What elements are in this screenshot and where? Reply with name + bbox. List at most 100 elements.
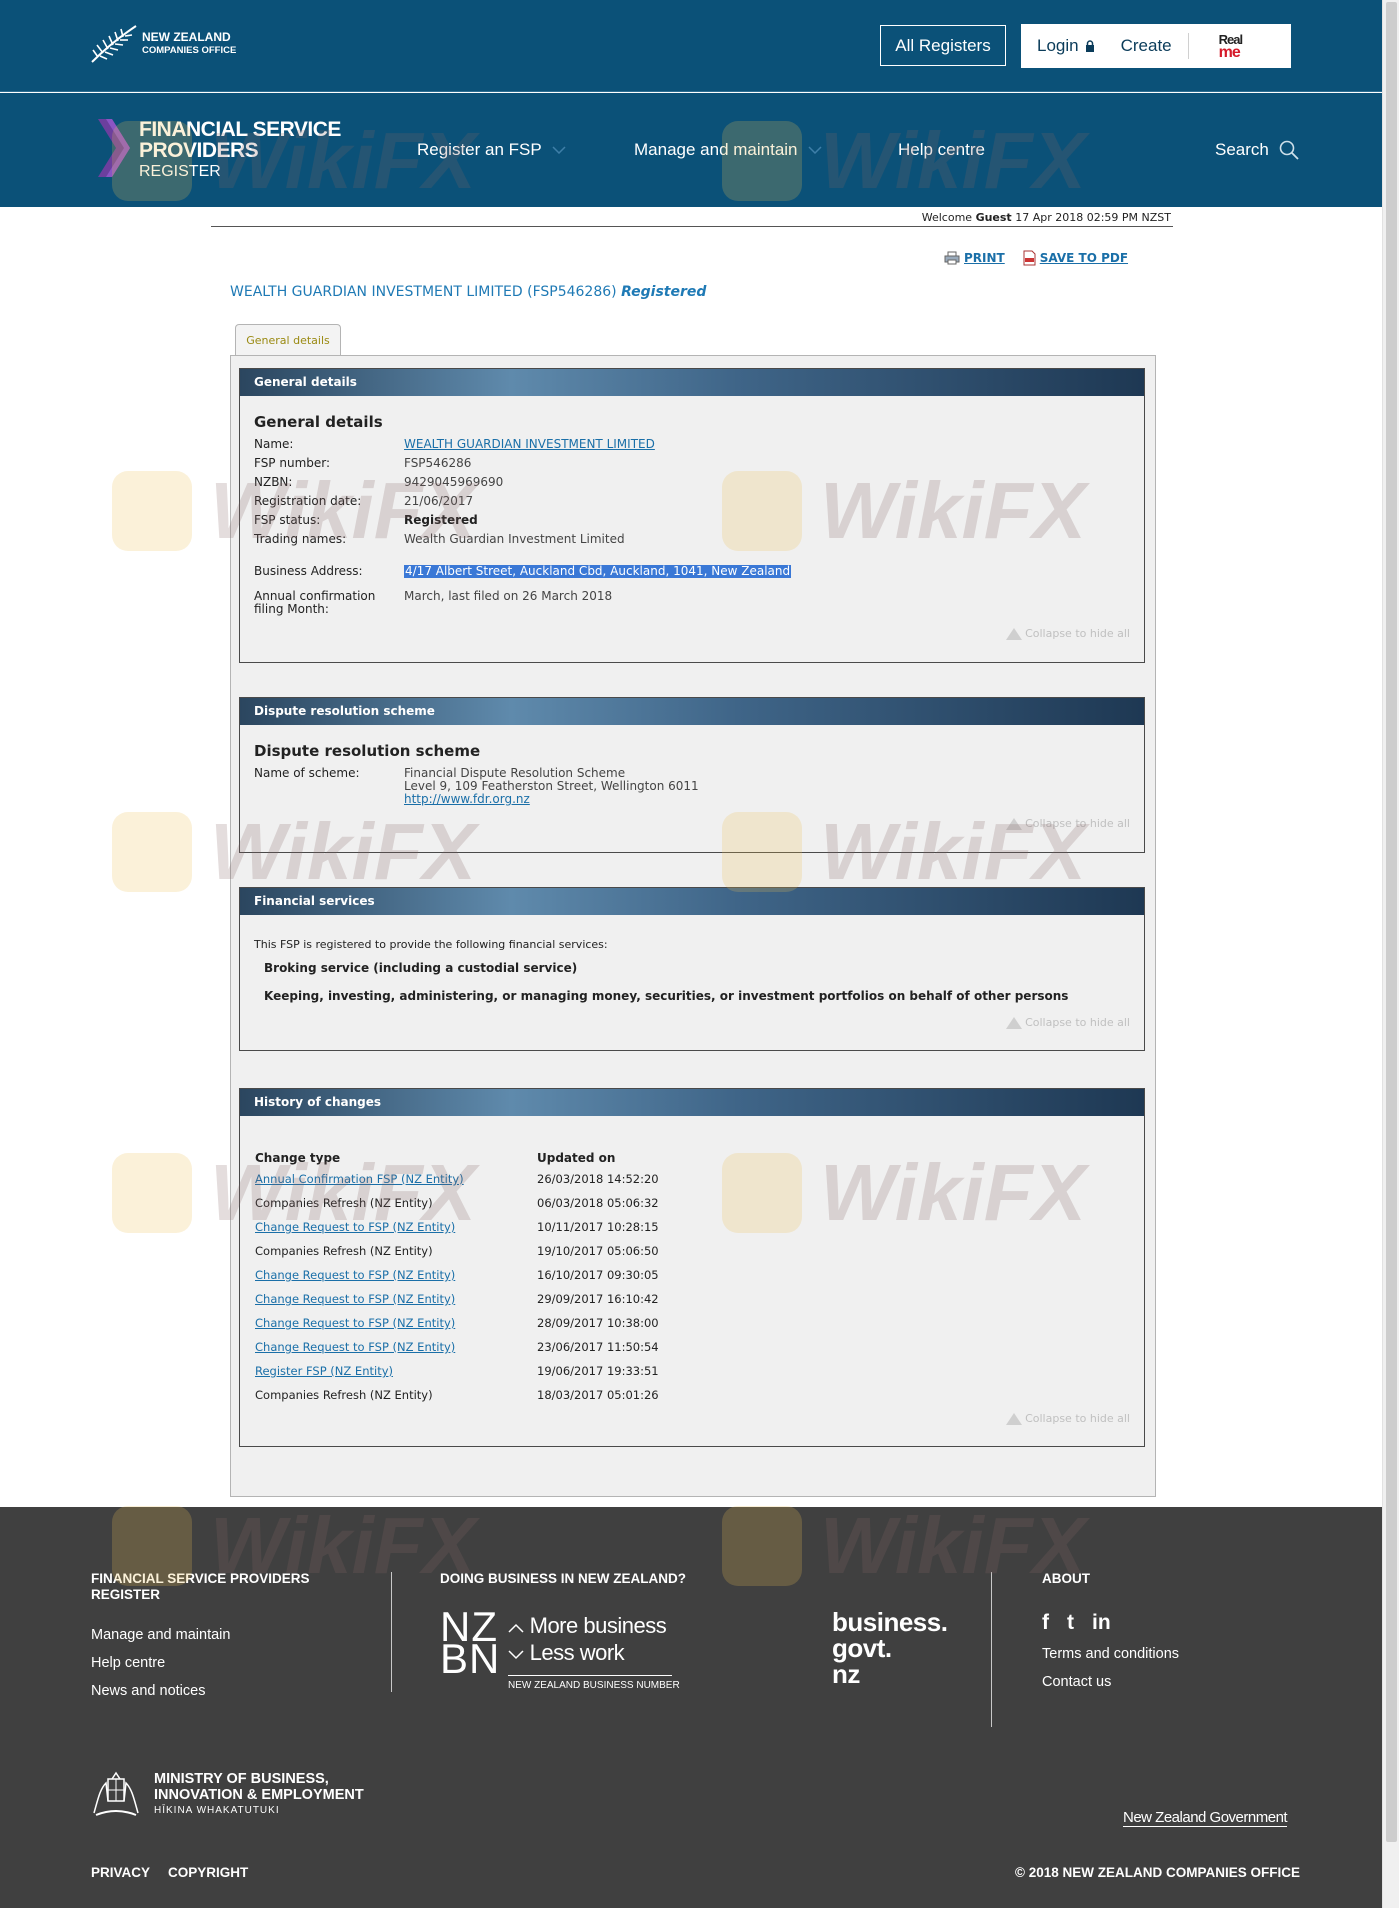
change-date: 19/10/2017 05:06:50 bbox=[537, 1244, 659, 1258]
nav-manage-and-maintain[interactable]: Manage and maintain bbox=[634, 140, 822, 160]
triangle-up-icon bbox=[1006, 817, 1023, 830]
business-address-value[interactable]: 4/17 Albert Street, Auckland Cbd, Auckla… bbox=[404, 565, 792, 578]
account-divider bbox=[1187, 33, 1189, 59]
section-header[interactable]: General details bbox=[240, 369, 1144, 396]
section-heading: Dispute resolution scheme bbox=[254, 742, 481, 760]
mbie-line-1: MINISTRY OF BUSINESS, bbox=[154, 1771, 329, 1787]
all-registers-button[interactable]: All Registers bbox=[880, 25, 1006, 66]
detail-key-line-1: Annual confirmation bbox=[254, 589, 376, 603]
detail-row-registration-date: Registration date: 21/06/2017 bbox=[254, 495, 473, 508]
detail-row-scheme: Name of scheme: Financial Dispute Resolu… bbox=[254, 767, 699, 806]
collapse-link[interactable]: Collapse to hide all bbox=[1006, 627, 1130, 640]
nav-search[interactable]: Search bbox=[1215, 140, 1299, 160]
footer-divider bbox=[391, 1572, 392, 1692]
nz-government-logo[interactable]: New Zealand Government bbox=[1123, 1809, 1288, 1827]
save-to-pdf-link[interactable]: SAVE TO PDF bbox=[1023, 250, 1128, 266]
change-type-link[interactable]: Change Request to FSP (NZ Entity) bbox=[255, 1220, 537, 1234]
bgn-line-3: nz bbox=[832, 1659, 860, 1689]
change-type-link[interactable]: Annual Confirmation FSP (NZ Entity) bbox=[255, 1172, 537, 1186]
login-button[interactable]: Login bbox=[1037, 36, 1095, 56]
entity-name: WEALTH GUARDIAN INVESTMENT LIMITED (FSP5… bbox=[230, 284, 617, 300]
tab-general-details[interactable]: General details bbox=[235, 324, 341, 356]
change-type-link[interactable]: Change Request to FSP (NZ Entity) bbox=[255, 1268, 537, 1282]
logo-line-1: NEW ZEALAND bbox=[142, 30, 231, 44]
page-tools: PRINT SAVE TO PDF bbox=[944, 250, 1146, 266]
financial-services-section: Financial services This FSP is registere… bbox=[239, 887, 1145, 1051]
mbie-logo[interactable]: MINISTRY OF BUSINESS, INNOVATION & EMPLO… bbox=[90, 1771, 364, 1819]
nzbn-tagline-2-text: Less work bbox=[529, 1640, 625, 1665]
nav-label: Register an FSP bbox=[417, 140, 542, 159]
pdf-icon bbox=[1023, 250, 1036, 266]
change-type-link[interactable]: Change Request to FSP (NZ Entity) bbox=[255, 1340, 537, 1354]
detail-row-annual-confirmation: Annual confirmation filing Month: March,… bbox=[254, 590, 612, 616]
facebook-icon[interactable]: f bbox=[1042, 1611, 1049, 1635]
realme-logo[interactable]: Real me bbox=[1219, 33, 1243, 61]
page-scrollbar[interactable] bbox=[1382, 0, 1399, 1908]
footer-link-manage[interactable]: Manage and maintain bbox=[91, 1627, 230, 1643]
detail-row-fsp-number: FSP number: FSP546286 bbox=[254, 457, 471, 470]
footer-link-contact[interactable]: Contact us bbox=[1042, 1674, 1111, 1690]
table-row: Change Request to FSP (NZ Entity) 10/11/2… bbox=[255, 1220, 659, 1234]
triangle-up-icon bbox=[1006, 1016, 1023, 1029]
table-row: Change Request to FSP (NZ Entity) 16/10/2… bbox=[255, 1268, 659, 1282]
detail-row-nzbn: NZBN: 9429045969690 bbox=[254, 476, 503, 489]
scrollbar-thumb[interactable] bbox=[1386, 2, 1397, 1842]
change-type-link[interactable]: Change Request to FSP (NZ Entity) bbox=[255, 1316, 537, 1330]
footer-link-news[interactable]: News and notices bbox=[91, 1683, 205, 1699]
change-date: 16/10/2017 09:30:05 bbox=[537, 1268, 659, 1282]
detail-key: Registration date: bbox=[254, 494, 362, 508]
column-header-updated-on: Updated on bbox=[537, 1151, 616, 1165]
change-type-link[interactable]: Register FSP (NZ Entity) bbox=[255, 1364, 537, 1378]
site-footer: FINANCIAL SERVICE PROVIDERS REGISTER Man… bbox=[0, 1507, 1382, 1908]
welcome-prefix: Welcome bbox=[921, 211, 973, 224]
account-box: Login Create Real me bbox=[1021, 24, 1291, 68]
section-header[interactable]: History of changes bbox=[240, 1089, 1144, 1116]
detail-row-fsp-status: FSP status: Registered bbox=[254, 514, 478, 527]
save-pdf-label: SAVE TO PDF bbox=[1039, 251, 1129, 265]
detail-key: Name of scheme: bbox=[254, 766, 360, 780]
linkedin-icon[interactable]: in bbox=[1092, 1611, 1111, 1635]
nzbn-bn: BN bbox=[440, 1635, 501, 1682]
entity-status: Registered bbox=[621, 284, 707, 300]
scheme-details: Financial Dispute Resolution Scheme Leve… bbox=[404, 767, 699, 806]
scheme-name: Financial Dispute Resolution Scheme bbox=[404, 766, 626, 780]
footer-fsp-heading: FINANCIAL SERVICE PROVIDERS REGISTER bbox=[91, 1571, 310, 1603]
company-name-link[interactable]: WEALTH GUARDIAN INVESTMENT LIMITED bbox=[404, 438, 655, 451]
section-header[interactable]: Dispute resolution scheme bbox=[240, 698, 1144, 725]
copyright-link[interactable]: COPYRIGHT bbox=[168, 1865, 248, 1880]
collapse-link[interactable]: Collapse to hide all bbox=[1006, 1412, 1130, 1425]
chevron-down-icon bbox=[508, 1650, 524, 1660]
scheme-website-link[interactable]: http://www.fdr.org.nz bbox=[404, 792, 530, 806]
mbie-line-2: INNOVATION & EMPLOYMENT bbox=[154, 1787, 364, 1803]
copyright-notice: © 2018 NEW ZEALAND COMPANIES OFFICE bbox=[1015, 1865, 1300, 1880]
collapse-link[interactable]: Collapse to hide all bbox=[1006, 1016, 1130, 1029]
section-heading: General details bbox=[254, 413, 383, 431]
business-govt-nz-logo[interactable]: business. govt. nz bbox=[832, 1609, 948, 1689]
collapse-label: Collapse to hide all bbox=[1025, 1412, 1130, 1425]
login-label: Login bbox=[1037, 36, 1079, 55]
nav-register-an-fsp[interactable]: Register an FSP bbox=[417, 140, 566, 160]
create-button[interactable]: Create bbox=[1121, 36, 1172, 56]
service-item: Keeping, investing, administering, or ma… bbox=[264, 989, 1069, 1003]
change-type: Companies Refresh (NZ Entity) bbox=[255, 1388, 433, 1402]
change-date: 29/09/2017 16:10:42 bbox=[537, 1292, 659, 1306]
social-links: f t in bbox=[1042, 1611, 1129, 1635]
collapse-link[interactable]: Collapse to hide all bbox=[1006, 817, 1130, 830]
main-nav: FINANCIAL SERVICE PROVIDERS REGISTER Reg… bbox=[0, 93, 1382, 207]
detail-key: FSP number: bbox=[254, 456, 331, 470]
footer-link-help[interactable]: Help centre bbox=[91, 1655, 165, 1671]
print-link[interactable]: PRINT bbox=[944, 250, 1005, 266]
collapse-label: Collapse to hide all bbox=[1025, 627, 1130, 640]
change-type-link[interactable]: Change Request to FSP (NZ Entity) bbox=[255, 1292, 537, 1306]
change-date: 19/06/2017 19:33:51 bbox=[537, 1364, 659, 1378]
footer-link-terms[interactable]: Terms and conditions bbox=[1042, 1646, 1179, 1662]
privacy-link[interactable]: PRIVACY bbox=[91, 1865, 150, 1880]
table-row: Companies Refresh (NZ Entity) 18/03/2017 … bbox=[255, 1388, 659, 1402]
companies-office-logo[interactable]: NEW ZEALAND COMPANIES OFFICE bbox=[90, 24, 236, 64]
detail-value: Registered bbox=[404, 513, 478, 527]
nav-help-centre[interactable]: Help centre bbox=[898, 140, 985, 160]
twitter-icon[interactable]: t bbox=[1067, 1611, 1074, 1635]
table-row: Companies Refresh (NZ Entity) 19/10/2017 … bbox=[255, 1244, 659, 1258]
table-row: Companies Refresh (NZ Entity) 06/03/2018 … bbox=[255, 1196, 659, 1210]
section-header[interactable]: Financial services bbox=[240, 888, 1144, 915]
